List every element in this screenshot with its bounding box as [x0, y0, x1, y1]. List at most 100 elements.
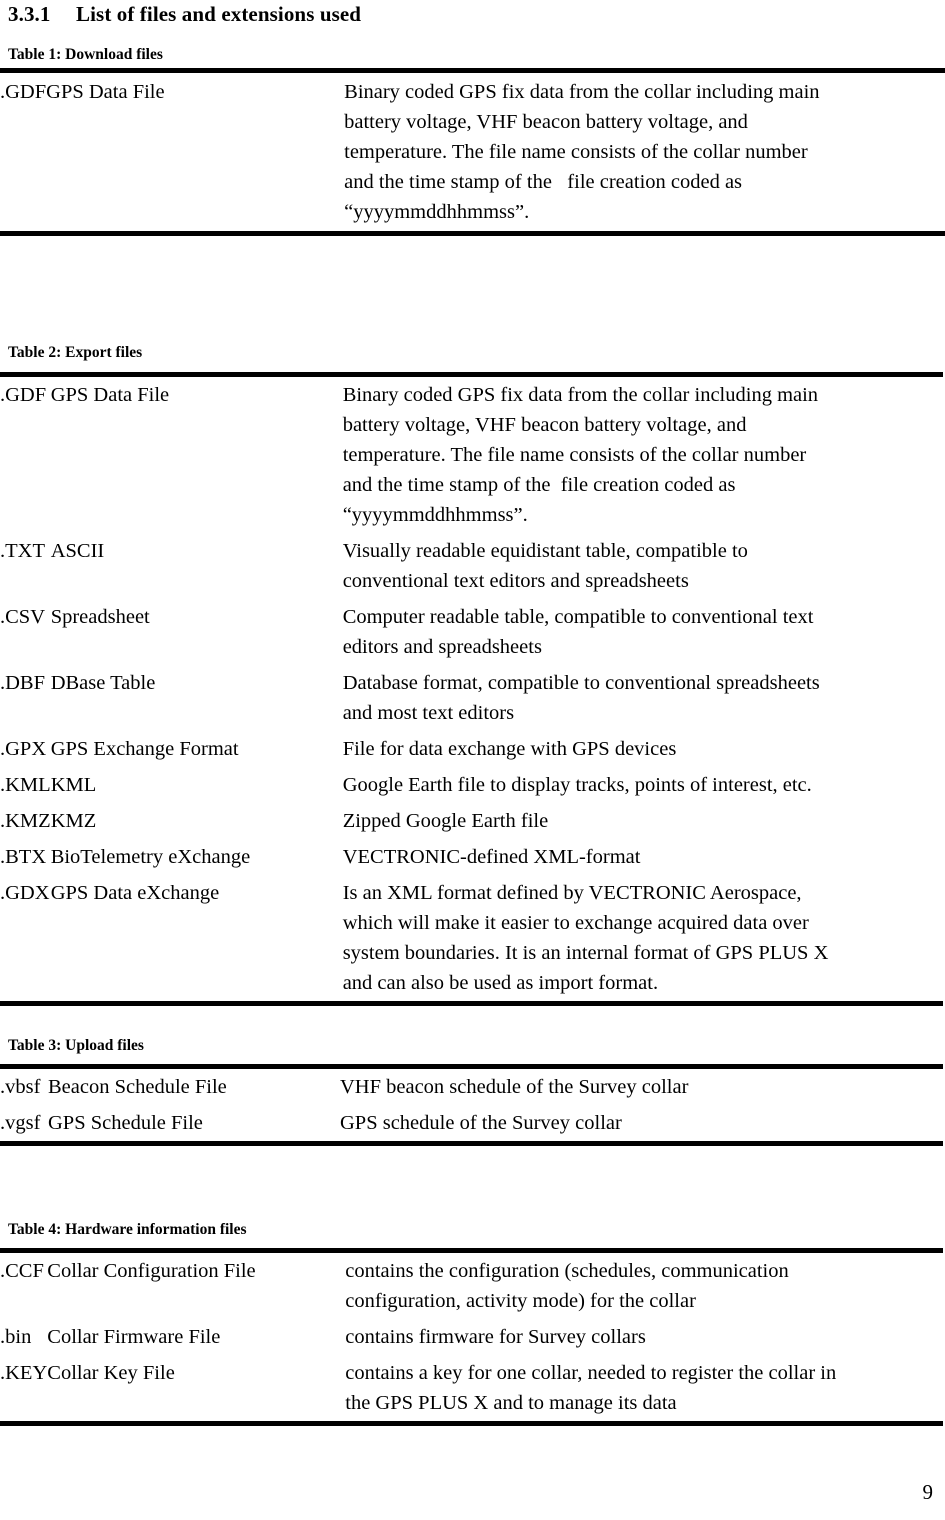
cell-description: contains a key for one collar, needed to…	[345, 1355, 943, 1421]
desc-line: contains a key for one collar, needed to…	[345, 1362, 837, 1384]
table-upload-files: .vbsf Beacon Schedule File VHF beacon sc…	[0, 1064, 943, 1146]
table-row: .KEY Collar Key File contains a key for …	[0, 1355, 943, 1421]
desc-line: VHF beacon schedule of the Survey collar	[340, 1076, 689, 1098]
section-number: 3.3.1	[8, 2, 51, 26]
table-hardware-information-files: .CCF Collar Configuration File contains …	[0, 1248, 943, 1426]
desc-line: and the time stamp of the file creation …	[344, 171, 743, 193]
cell-name: GPS Data File	[50, 384, 170, 406]
cell-name: DBase Table	[50, 672, 156, 694]
cell-extension: .KMZ	[0, 810, 51, 832]
cell-extension: .GDF	[0, 384, 47, 406]
table-row: .GPX GPS Exchange Format File for data e…	[0, 731, 943, 767]
cell-extension: .vgsf	[0, 1112, 41, 1134]
desc-line: VECTRONIC-defined XML-format	[342, 846, 641, 868]
cell-description: VHF beacon schedule of the Survey collar	[340, 1069, 943, 1105]
cell-description: Computer readable table, compatible to c…	[343, 599, 943, 665]
cell-name: Collar Configuration File	[47, 1260, 256, 1282]
table-caption-upload-files: Table 3: Upload files	[8, 1037, 144, 1054]
table-row: .BTX BioTelemetry eXchange VECTRONIC-def…	[0, 839, 943, 875]
cell-extension: .GPX	[0, 738, 47, 760]
cell-description: Google Earth file to display tracks, poi…	[343, 767, 943, 803]
cell-name: Beacon Schedule File	[48, 1076, 227, 1098]
cell-description: contains the configuration (schedules, c…	[345, 1253, 943, 1319]
page-number: 9	[922, 1480, 934, 1504]
cell-name: KMZ	[50, 810, 97, 832]
desc-line: and the time stamp of the file creation …	[342, 474, 736, 496]
table-row: .bin Collar Firmware File contains firmw…	[0, 1319, 943, 1355]
desc-line: contains the configuration (schedules, c…	[345, 1260, 789, 1282]
cell-extension: .DBF	[0, 672, 46, 694]
desc-line: editors and spreadsheets	[342, 636, 542, 658]
desc-line: contains firmware for Survey collars	[345, 1326, 646, 1348]
cell-description: GPS schedule of the Survey collar	[340, 1105, 943, 1141]
desc-line: system boundaries. It is an internal for…	[342, 942, 829, 964]
table-row: .GDX GPS Data eXchange Is an XML format …	[0, 875, 943, 1001]
desc-line: Is an XML format defined by VECTRONIC Ae…	[342, 882, 802, 904]
cell-extension: .TXT	[0, 540, 45, 562]
cell-extension: .BTX	[0, 846, 47, 868]
desc-line: battery voltage, VHF beacon battery volt…	[344, 111, 748, 133]
table-row: .CCF Collar Configuration File contains …	[0, 1253, 943, 1319]
cell-extension: .KEY	[0, 1362, 48, 1384]
desc-line: “yyyymmddhhmmss”.	[344, 201, 530, 223]
cell-extension: .GDX	[0, 882, 50, 904]
desc-line: and can also be used as import format.	[342, 972, 659, 994]
cell-description: Database format, compatible to conventio…	[343, 665, 943, 731]
cell-name: ASCII	[50, 540, 105, 562]
table-row: .GDF GPS Data File Binary coded GPS fix …	[0, 377, 943, 533]
desc-line: Binary coded GPS fix data from the colla…	[344, 81, 820, 103]
desc-line: configuration, activity mode) for the co…	[345, 1290, 696, 1312]
desc-line: the GPS PLUS X and to manage its data	[345, 1392, 677, 1414]
desc-line: Computer readable table, compatible to c…	[342, 606, 814, 628]
cell-name: BioTelemetry eXchange	[50, 846, 251, 868]
cell-name: Collar Firmware File	[47, 1326, 221, 1348]
desc-line: Database format, compatible to conventio…	[342, 672, 820, 694]
desc-line: Google Earth file to display tracks, poi…	[342, 774, 812, 796]
desc-line: Visually readable equidistant table, com…	[342, 540, 748, 562]
cell-name: GPS Data eXchange	[50, 882, 220, 904]
table-row: .KMZ KMZ Zipped Google Earth file	[0, 803, 943, 839]
table-row: .KML KML Google Earth file to display tr…	[0, 767, 943, 803]
section-title: List of files and extensions used	[76, 2, 362, 26]
cell-description: Visually readable equidistant table, com…	[343, 533, 943, 599]
cell-description: Zipped Google Earth file	[343, 803, 943, 839]
cell-description: VECTRONIC-defined XML-format	[343, 839, 943, 875]
document-page: 3.3.1 List of files and extensions used T…	[0, 0, 945, 1520]
cell-description: Binary coded GPS fix data from the colla…	[344, 73, 945, 231]
cell-description: contains firmware for Survey collars	[345, 1319, 943, 1355]
table-row: .CSV Spreadsheet Computer readable table…	[0, 599, 943, 665]
table-row: .vbsf Beacon Schedule File VHF beacon sc…	[0, 1069, 943, 1105]
desc-line: Zipped Google Earth file	[342, 810, 549, 832]
table-row: .vgsf GPS Schedule File GPS schedule of …	[0, 1105, 943, 1141]
desc-line: which will make it easier to exchange ac…	[342, 912, 809, 934]
desc-line: temperature. The file name consists of t…	[344, 141, 808, 163]
cell-name: KML	[50, 774, 97, 796]
page-title: 3.3.1 List of files and extensions used	[8, 2, 361, 27]
table-row: .GDF GPS Data File Binary coded GPS fix …	[0, 73, 945, 231]
cell-description: File for data exchange with GPS devices	[343, 731, 943, 767]
cell-description: Binary coded GPS fix data from the colla…	[343, 377, 943, 533]
desc-line: File for data exchange with GPS devices	[342, 738, 677, 760]
cell-extension: .CSV	[0, 606, 46, 628]
table-export-files: .GDF GPS Data File Binary coded GPS fix …	[0, 372, 943, 1006]
cell-name: GPS Exchange Format	[50, 738, 239, 760]
cell-name: GPS Schedule File	[48, 1112, 203, 1134]
desc-line: and most text editors	[342, 702, 515, 724]
table-download-files: .GDF GPS Data File Binary coded GPS fix …	[0, 68, 945, 236]
cell-extension: .GDF	[0, 81, 47, 103]
desc-line: Binary coded GPS fix data from the colla…	[342, 384, 819, 406]
desc-line: “yyyymmddhhmmss”.	[342, 504, 528, 526]
table-row: .DBF DBase Table Database format, compat…	[0, 665, 943, 731]
desc-line: temperature. The file name consists of t…	[342, 444, 807, 466]
table-caption-export-files: Table 2: Export files	[8, 344, 143, 361]
cell-name: GPS Data File	[46, 81, 165, 103]
desc-line: battery voltage, VHF beacon battery volt…	[342, 414, 747, 436]
desc-line: GPS schedule of the Survey collar	[340, 1112, 622, 1134]
cell-extension: .CCF	[0, 1260, 44, 1282]
cell-extension: .vbsf	[0, 1076, 41, 1098]
cell-description: Is an XML format defined by VECTRONIC Ae…	[343, 875, 943, 1001]
table-caption-download-files: Table 1: Download files	[8, 46, 163, 63]
table-caption-hardware-information-files: Table 4: Hardware information files	[8, 1221, 247, 1238]
table-row: .TXT ASCII Visually readable equidistant…	[0, 533, 943, 599]
cell-name: Spreadsheet	[50, 606, 150, 628]
